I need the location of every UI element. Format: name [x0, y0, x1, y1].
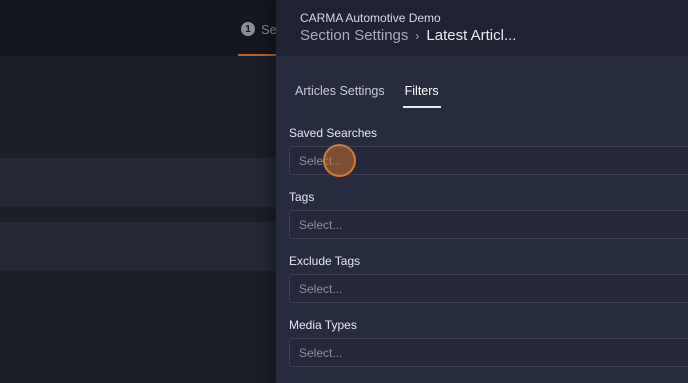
select-placeholder: Select...: [299, 282, 343, 296]
background-row: [0, 158, 280, 207]
click-indicator: [323, 144, 356, 177]
tags-label: Tags: [289, 190, 315, 204]
chevron-right-icon: ›: [415, 28, 420, 43]
breadcrumb: Section Settings › Latest Articl...: [300, 27, 516, 44]
panel-tabs: Articles Settings Filters: [295, 84, 459, 108]
step-label: Se: [261, 21, 277, 37]
select-placeholder: Select...: [299, 218, 343, 232]
breadcrumb-current: Latest Articl...: [426, 27, 517, 44]
select-placeholder: Select...: [299, 346, 343, 360]
breadcrumb-parent[interactable]: Section Settings: [300, 27, 408, 44]
section-settings-panel: CARMA Automotive Demo Section Settings ›…: [276, 0, 688, 383]
panel-header: CARMA Automotive Demo Section Settings ›…: [276, 0, 688, 56]
media-types-label: Media Types: [289, 318, 357, 332]
tab-filters[interactable]: Filters: [402, 84, 441, 108]
exclude-tags-select[interactable]: Select...: [289, 274, 688, 303]
tab-articles-settings[interactable]: Articles Settings: [295, 84, 385, 108]
media-types-select[interactable]: Select...: [289, 338, 688, 367]
exclude-tags-label: Exclude Tags: [289, 254, 361, 268]
background-step-tab[interactable]: 1 Se: [241, 20, 277, 38]
background-row: [0, 222, 280, 271]
saved-searches-label: Saved Searches: [289, 126, 378, 140]
tags-select[interactable]: Select...: [289, 210, 688, 239]
step-number-badge: 1: [241, 22, 255, 36]
app-name: CARMA Automotive Demo: [300, 11, 441, 25]
